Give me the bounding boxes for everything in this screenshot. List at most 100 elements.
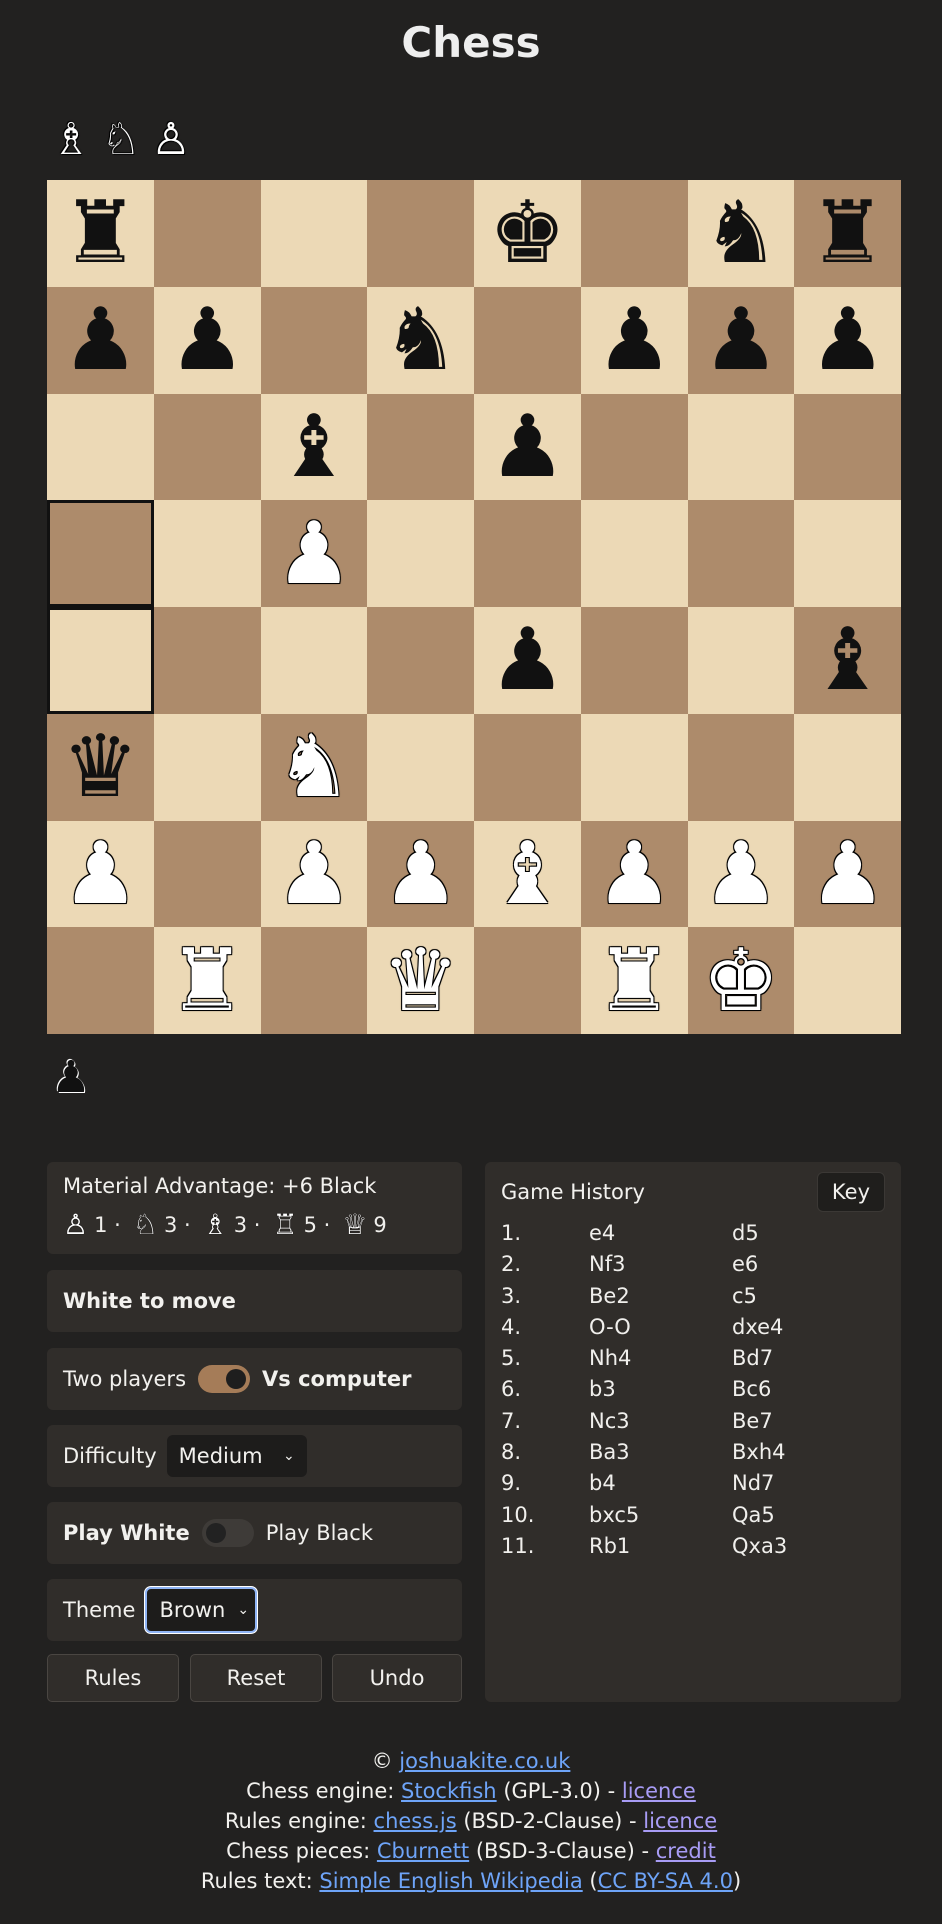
- square-f8[interactable]: [580, 180, 688, 287]
- white-queen-icon[interactable]: ♛: [382, 938, 459, 1024]
- square-d1[interactable]: ♛: [367, 927, 474, 1034]
- square-h5[interactable]: [794, 500, 901, 607]
- white-pawn-icon[interactable]: ♟: [382, 831, 459, 917]
- black-pawn-icon[interactable]: ♟: [596, 297, 673, 383]
- square-a8[interactable]: ♜: [47, 180, 154, 287]
- square-a5[interactable]: [47, 500, 154, 607]
- square-b4[interactable]: [153, 607, 261, 714]
- square-b5[interactable]: [153, 500, 261, 607]
- black-pawn-icon[interactable]: ♟: [809, 297, 886, 383]
- square-h8[interactable]: ♜: [794, 180, 901, 287]
- square-e3[interactable]: [474, 713, 581, 821]
- white-pawn-icon[interactable]: ♟: [702, 831, 779, 917]
- square-g4[interactable]: [687, 607, 795, 714]
- black-knight-icon[interactable]: ♞: [382, 297, 459, 383]
- black-pawn-icon[interactable]: ♟: [702, 297, 779, 383]
- vs-computer-label[interactable]: Vs computer: [262, 1367, 411, 1391]
- square-d3[interactable]: [367, 713, 474, 821]
- square-h3[interactable]: [794, 713, 901, 821]
- square-c5[interactable]: ♟: [260, 500, 368, 607]
- black-bishop-icon[interactable]: ♝: [275, 404, 352, 490]
- black-knight-icon[interactable]: ♞: [702, 190, 779, 276]
- square-c7[interactable]: [260, 286, 368, 394]
- play-black-label[interactable]: Play Black: [266, 1521, 373, 1545]
- cc-by-sa-link[interactable]: CC BY-SA 4.0: [598, 1869, 733, 1893]
- square-a2[interactable]: ♟: [47, 820, 154, 928]
- white-rook-icon[interactable]: ♜: [169, 938, 246, 1024]
- square-g6[interactable]: [687, 393, 795, 501]
- square-a1[interactable]: [47, 927, 154, 1034]
- square-d7[interactable]: ♞: [367, 286, 474, 394]
- square-g3[interactable]: [687, 713, 795, 821]
- square-g5[interactable]: [687, 500, 795, 607]
- chessjs-link[interactable]: chess.js: [374, 1809, 457, 1833]
- square-h6[interactable]: [794, 393, 901, 501]
- site-link[interactable]: joshuakite.co.uk: [399, 1749, 570, 1773]
- square-c1[interactable]: [260, 927, 368, 1034]
- square-e1[interactable]: [474, 927, 581, 1034]
- square-d5[interactable]: [367, 500, 474, 607]
- square-h1[interactable]: [794, 927, 901, 1034]
- reset-button[interactable]: Reset: [190, 1654, 322, 1702]
- square-c4[interactable]: [260, 607, 368, 714]
- square-b1[interactable]: ♜: [153, 927, 261, 1034]
- square-e4[interactable]: ♟: [474, 607, 581, 714]
- square-f6[interactable]: [580, 393, 688, 501]
- square-a7[interactable]: ♟: [47, 286, 154, 394]
- square-e8[interactable]: ♚: [474, 180, 581, 287]
- square-a6[interactable]: [47, 393, 154, 501]
- square-e5[interactable]: [474, 500, 581, 607]
- square-g2[interactable]: ♟: [687, 820, 795, 928]
- square-c3[interactable]: ♞: [260, 713, 368, 821]
- square-g7[interactable]: ♟: [687, 286, 795, 394]
- square-b2[interactable]: [153, 820, 261, 928]
- square-f4[interactable]: [580, 607, 688, 714]
- side-toggle[interactable]: [201, 1519, 254, 1547]
- mode-toggle[interactable]: [198, 1365, 251, 1393]
- black-king-icon[interactable]: ♚: [489, 190, 566, 276]
- rules-button[interactable]: Rules: [47, 1654, 179, 1702]
- square-c8[interactable]: [260, 180, 368, 287]
- wikipedia-link[interactable]: Simple English Wikipedia: [319, 1869, 582, 1893]
- square-h7[interactable]: ♟: [794, 286, 901, 394]
- black-pawn-icon[interactable]: ♟: [169, 297, 246, 383]
- white-pawn-icon[interactable]: ♟: [596, 831, 673, 917]
- undo-button[interactable]: Undo: [332, 1654, 462, 1702]
- square-d2[interactable]: ♟: [367, 820, 474, 928]
- square-f1[interactable]: ♜: [580, 927, 688, 1034]
- stockfish-licence-link[interactable]: licence: [622, 1779, 696, 1803]
- square-c2[interactable]: ♟: [260, 820, 368, 928]
- square-b3[interactable]: [153, 713, 261, 821]
- square-b7[interactable]: ♟: [153, 286, 261, 394]
- square-g8[interactable]: ♞: [687, 180, 795, 287]
- stockfish-link[interactable]: Stockfish: [401, 1779, 497, 1803]
- square-e2[interactable]: ♝: [474, 820, 581, 928]
- square-d8[interactable]: [367, 180, 474, 287]
- theme-select[interactable]: Brown ⌄: [145, 1587, 258, 1633]
- square-e6[interactable]: ♟: [474, 393, 581, 501]
- chess-board[interactable]: ♜ ♚ ♞ ♜ ♟ ♟ ♞ ♟ ♟ ♟ ♝ ♟ ♟ ♟ ♝ ♛ ♞ ♟ ♟ ♟ ♝ ♟ ♟ ♟ ♜ ♛ ♜ ♚: [47, 180, 901, 1034]
- square-b8[interactable]: [153, 180, 261, 287]
- square-f3[interactable]: [580, 713, 688, 821]
- black-bishop-icon[interactable]: ♝: [809, 617, 886, 703]
- black-pawn-icon[interactable]: ♟: [489, 404, 566, 490]
- two-players-label[interactable]: Two players: [63, 1367, 186, 1391]
- square-c6[interactable]: ♝: [260, 393, 368, 501]
- square-f5[interactable]: [580, 500, 688, 607]
- square-f2[interactable]: ♟: [580, 820, 688, 928]
- difficulty-select[interactable]: Medium ⌄: [166, 1435, 307, 1477]
- key-button[interactable]: Key: [816, 1172, 885, 1212]
- black-rook-icon[interactable]: ♜: [62, 190, 139, 276]
- white-rook-icon[interactable]: ♜: [596, 938, 673, 1024]
- play-white-label[interactable]: Play White: [63, 1521, 190, 1545]
- square-e7[interactable]: [474, 286, 581, 394]
- white-bishop-icon[interactable]: ♝: [489, 831, 566, 917]
- square-h2[interactable]: ♟: [794, 820, 901, 928]
- white-knight-icon[interactable]: ♞: [275, 724, 352, 810]
- black-pawn-icon[interactable]: ♟: [489, 617, 566, 703]
- square-f7[interactable]: ♟: [580, 286, 688, 394]
- black-rook-icon[interactable]: ♜: [809, 190, 886, 276]
- square-a4[interactable]: [47, 607, 154, 714]
- black-queen-icon[interactable]: ♛: [62, 724, 139, 810]
- square-g1[interactable]: ♚: [687, 927, 795, 1034]
